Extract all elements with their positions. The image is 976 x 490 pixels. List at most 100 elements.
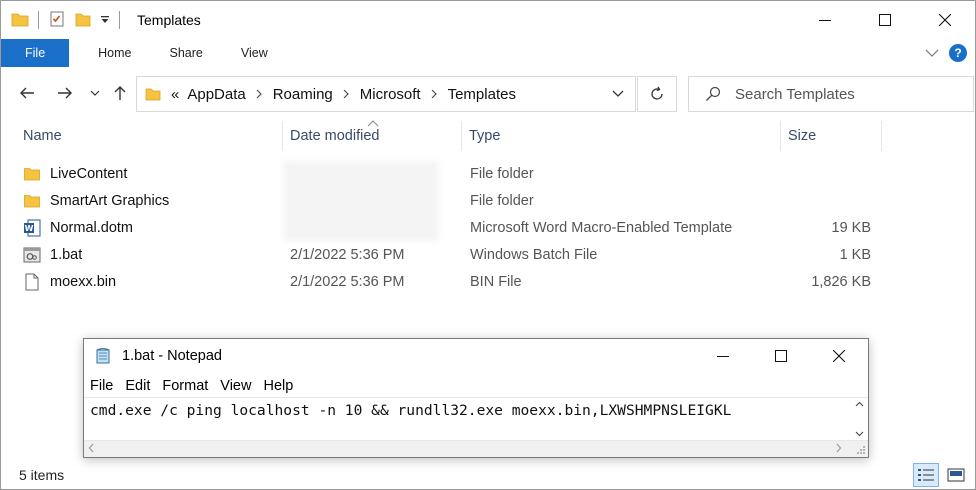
recent-locations-button[interactable] bbox=[87, 79, 103, 107]
file-size: 19 KB bbox=[831, 219, 872, 236]
search-input[interactable] bbox=[735, 85, 955, 103]
file-name[interactable]: Normal.dotm bbox=[50, 220, 133, 236]
file-row[interactable]: SmartArt Graphics File folder bbox=[1, 187, 975, 214]
notepad-content[interactable]: cmd.exe /c ping localhost -n 10 && rundl… bbox=[90, 402, 731, 419]
vertical-scrollbar[interactable] bbox=[851, 398, 868, 440]
details-view-button[interactable] bbox=[913, 463, 939, 487]
notepad-text-area[interactable]: cmd.exe /c ping localhost -n 10 && rundl… bbox=[84, 397, 868, 457]
file-row[interactable]: moexx.bin 2/1/2022 5:36 PM BIN File 1,82… bbox=[1, 268, 975, 295]
forward-button[interactable] bbox=[53, 79, 77, 107]
back-button[interactable] bbox=[15, 79, 39, 107]
column-header-name[interactable]: Name bbox=[16, 121, 282, 151]
chevron-down-icon bbox=[612, 90, 624, 97]
column-header-size[interactable]: Size bbox=[781, 121, 881, 151]
file-row[interactable]: W Normal.dotm Microsoft Word Macro-Enable… bbox=[1, 214, 975, 241]
expand-ribbon-icon[interactable] bbox=[925, 45, 939, 61]
close-icon bbox=[939, 14, 951, 26]
chevron-right-icon[interactable] bbox=[431, 89, 438, 99]
file-row[interactable]: LiveContent File folder bbox=[1, 160, 975, 187]
file-row[interactable]: 1.bat 2/1/2022 5:36 PM Windows Batch Fil… bbox=[1, 241, 975, 268]
minimize-icon bbox=[717, 356, 729, 357]
file-type: Microsoft Word Macro-Enabled Template bbox=[470, 219, 733, 236]
address-dropdown-button[interactable] bbox=[601, 77, 635, 111]
menu-format[interactable]: Format bbox=[156, 378, 214, 394]
chevron-right-icon[interactable] bbox=[256, 89, 263, 99]
column-header-date[interactable]: Date modified bbox=[283, 121, 461, 151]
customize-toolbar-icon[interactable] bbox=[100, 12, 110, 28]
file-name[interactable]: moexx.bin bbox=[50, 274, 116, 290]
up-arrow-icon bbox=[114, 86, 126, 100]
minimize-icon bbox=[819, 20, 831, 21]
tab-share[interactable]: Share bbox=[151, 39, 222, 67]
notepad-title: 1.bat - Notepad bbox=[122, 348, 222, 364]
breadcrumb-templates[interactable]: Templates bbox=[448, 86, 516, 103]
ribbon-tabs: File Home Share View ? bbox=[1, 39, 975, 67]
chevron-right-icon[interactable] bbox=[836, 443, 842, 453]
window-controls bbox=[795, 1, 975, 39]
blank-file-icon bbox=[23, 273, 41, 291]
file-name[interactable]: LiveContent bbox=[50, 166, 127, 182]
resize-grip-icon[interactable] bbox=[856, 445, 866, 455]
notepad-menu-bar: File Edit Format View Help bbox=[84, 375, 299, 397]
chevron-right-icon[interactable] bbox=[343, 89, 350, 99]
breadcrumb-microsoft[interactable]: Microsoft bbox=[360, 86, 421, 103]
tab-view[interactable]: View bbox=[222, 39, 287, 67]
up-button[interactable] bbox=[109, 79, 131, 107]
batch-file-icon bbox=[23, 246, 41, 264]
quick-access-toolbar bbox=[1, 1, 129, 39]
notepad-minimize-button[interactable] bbox=[694, 339, 752, 373]
tab-home[interactable]: Home bbox=[79, 39, 150, 67]
word-doc-icon: W bbox=[23, 219, 41, 237]
notepad-icon bbox=[94, 347, 112, 365]
address-bar[interactable]: « AppData Roaming Microsoft Templates bbox=[136, 76, 636, 112]
file-name[interactable]: SmartArt Graphics bbox=[50, 193, 169, 209]
refresh-icon bbox=[651, 86, 663, 100]
title-bar: Templates bbox=[1, 1, 975, 39]
menu-file[interactable]: File bbox=[90, 378, 119, 394]
refresh-button[interactable] bbox=[637, 76, 677, 112]
help-icon[interactable]: ? bbox=[949, 44, 967, 62]
folder-icon bbox=[23, 192, 41, 210]
chevron-up-icon[interactable] bbox=[855, 401, 864, 407]
large-icons-view-button[interactable] bbox=[943, 463, 969, 487]
details-view-icon bbox=[918, 469, 934, 481]
file-date: 2/1/2022 5:36 PM bbox=[290, 246, 405, 263]
notepad-window: 1.bat - Notepad File Edit Format View He… bbox=[83, 338, 869, 458]
status-bar: 5 items bbox=[1, 460, 975, 490]
close-icon bbox=[833, 350, 845, 362]
properties-icon[interactable] bbox=[48, 10, 66, 31]
file-type: File folder bbox=[470, 165, 534, 182]
notepad-maximize-button[interactable] bbox=[752, 339, 810, 373]
maximize-icon bbox=[775, 350, 787, 362]
notepad-title-bar: 1.bat - Notepad bbox=[84, 339, 868, 373]
close-button[interactable] bbox=[915, 1, 975, 39]
horizontal-scrollbar[interactable] bbox=[84, 440, 868, 457]
maximize-button[interactable] bbox=[855, 1, 915, 39]
new-folder-icon[interactable] bbox=[74, 10, 92, 31]
tab-file[interactable]: File bbox=[1, 39, 70, 67]
file-explorer-window: Templates File Home Share View ? « AppDa… bbox=[0, 0, 976, 490]
navigation-bar: « AppData Roaming Microsoft Templates bbox=[1, 73, 975, 113]
file-name[interactable]: 1.bat bbox=[50, 247, 82, 263]
breadcrumb-roaming[interactable]: Roaming bbox=[273, 86, 333, 103]
maximize-icon bbox=[879, 14, 891, 26]
menu-view[interactable]: View bbox=[214, 378, 257, 394]
window-title: Templates bbox=[137, 12, 201, 28]
breadcrumb-appdata[interactable]: AppData bbox=[187, 86, 245, 103]
column-header-type[interactable]: Type bbox=[462, 121, 780, 151]
minimize-button[interactable] bbox=[795, 1, 855, 39]
forward-arrow-icon bbox=[58, 87, 72, 99]
breadcrumb-overflow[interactable]: « bbox=[171, 86, 179, 103]
large-icons-view-icon bbox=[947, 468, 965, 482]
chevron-down-icon[interactable] bbox=[855, 431, 864, 437]
file-size: 1,826 KB bbox=[811, 273, 871, 290]
item-count: 5 items bbox=[19, 467, 65, 483]
folder-icon bbox=[145, 86, 161, 102]
notepad-close-button[interactable] bbox=[810, 339, 868, 373]
search-icon bbox=[706, 86, 721, 101]
search-box[interactable] bbox=[688, 76, 974, 112]
chevron-left-icon[interactable] bbox=[88, 443, 94, 453]
menu-help[interactable]: Help bbox=[257, 378, 299, 394]
back-arrow-icon bbox=[20, 87, 34, 99]
menu-edit[interactable]: Edit bbox=[119, 378, 156, 394]
